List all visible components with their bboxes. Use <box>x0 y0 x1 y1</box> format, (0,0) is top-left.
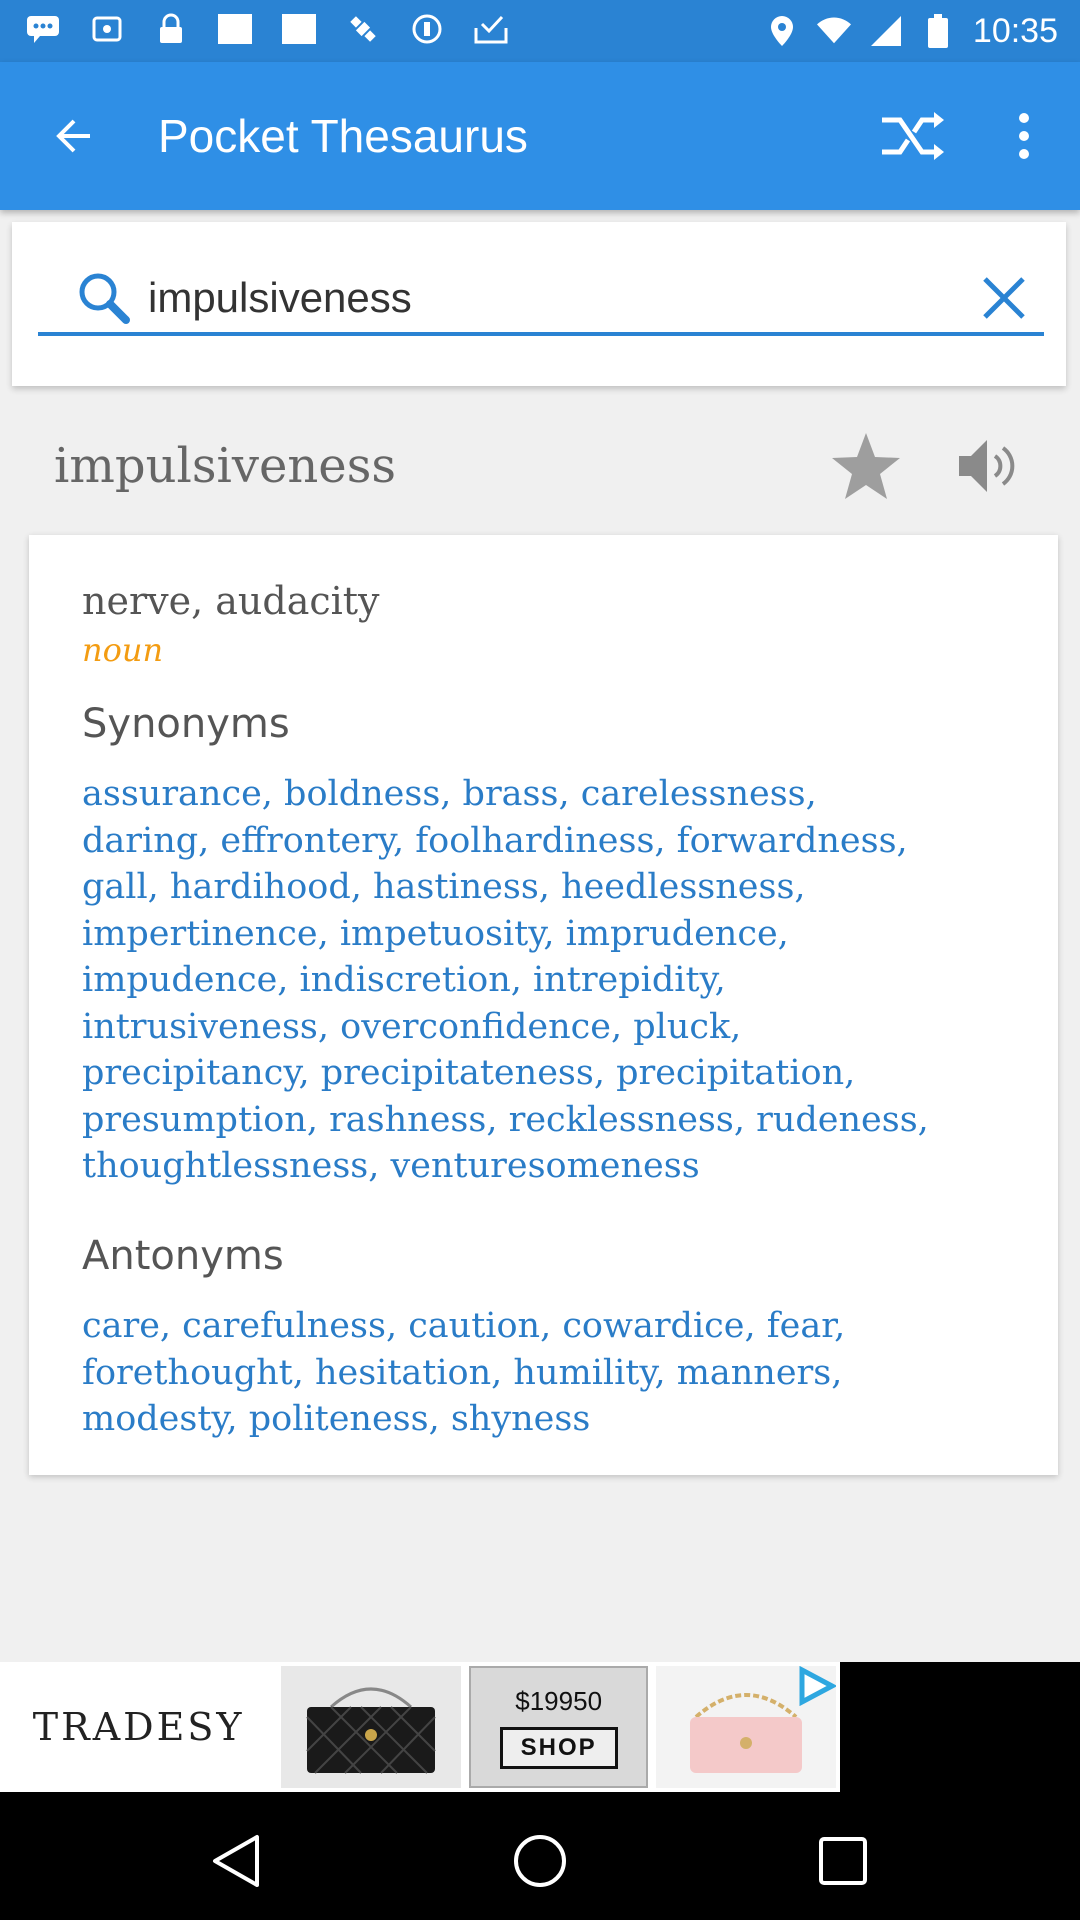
list-item[interactable]: thoughtlessness, venturesomeness <box>82 1143 1022 1190</box>
navigation-bar <box>0 1792 1080 1920</box>
check-tray-icon <box>474 12 508 46</box>
list-item[interactable]: intrusiveness, overconfidence, pluck, <box>82 1004 1022 1051</box>
satellite-icon <box>346 12 380 46</box>
nav-home-icon <box>514 1835 566 1887</box>
synonyms-heading: Synonyms <box>82 701 290 747</box>
clear-search-button[interactable] <box>974 268 1034 328</box>
back-button[interactable] <box>44 106 104 166</box>
search-input[interactable] <box>148 270 968 326</box>
list-item[interactable]: forethought, hesitation, humility, manne… <box>82 1350 1022 1397</box>
shuffle-icon <box>882 112 944 160</box>
ad-content[interactable]: TRADESY $19950 SHOP <box>0 1662 840 1792</box>
status-icons-left <box>26 12 508 46</box>
star-icon <box>832 433 900 499</box>
battery-icon <box>921 14 955 48</box>
square-icon <box>218 12 252 46</box>
list-item[interactable]: impudence, indiscretion, intrepidity, <box>82 957 1022 1004</box>
list-item[interactable]: impertinence, impetuosity, imprudence, <box>82 911 1022 958</box>
antonyms-heading: Antonyms <box>82 1233 284 1279</box>
list-item[interactable]: modesty, politeness, shyness <box>82 1396 1022 1443</box>
ad-choices-icon[interactable] <box>796 1666 836 1706</box>
lock-icon <box>154 12 188 46</box>
nav-back-button[interactable] <box>202 1826 272 1896</box>
ad-shop-panel[interactable]: $19950 SHOP <box>468 1666 649 1788</box>
shuffle-button[interactable] <box>872 104 952 168</box>
speak-button[interactable] <box>950 428 1026 504</box>
list-item[interactable]: daring, effrontery, foolhardiness, forwa… <box>82 818 1022 865</box>
chat-bubble-icon <box>26 12 60 46</box>
ad-banner[interactable]: TRADESY $19950 SHOP <box>0 1662 1080 1792</box>
ad-brand: TRADESY <box>32 1705 245 1749</box>
definition-card: nerve, audacity noun Synonyms assurance,… <box>29 535 1058 1475</box>
close-icon <box>983 277 1025 319</box>
page-title: Pocket Thesaurus <box>158 110 528 162</box>
search-icon <box>79 273 130 324</box>
more-options-button[interactable] <box>1000 104 1048 168</box>
list-item[interactable]: precipitancy, precipitateness, precipita… <box>82 1050 1022 1097</box>
notification-icon <box>90 12 124 46</box>
list-item[interactable]: gall, hardihood, hastiness, heedlessness… <box>82 864 1022 911</box>
square-icon <box>282 12 316 46</box>
status-time: 10:35 <box>972 12 1058 50</box>
ad-image-handbag <box>281 1666 461 1788</box>
definition-text: nerve, audacity <box>82 579 380 623</box>
volume-icon <box>959 440 1015 492</box>
antonyms-list: care, carefulness, caution, cowardice, f… <box>82 1303 1022 1443</box>
data-icon <box>410 12 444 46</box>
part-of-speech: noun <box>82 631 164 669</box>
search-card <box>12 222 1066 386</box>
ad-price: $19950 <box>515 1685 603 1716</box>
wifi-icon <box>816 14 851 48</box>
nav-recents-button[interactable] <box>808 1826 878 1896</box>
nav-home-button[interactable] <box>505 1826 575 1896</box>
search-bar <box>38 268 1044 336</box>
handbag-icon <box>306 1687 436 1774</box>
favorite-button[interactable] <box>828 428 904 504</box>
nav-recents-icon <box>819 1837 867 1885</box>
arrow-back-icon <box>56 119 90 153</box>
status-icons-right: 10:35 <box>765 12 1058 50</box>
ad-shop-button[interactable]: SHOP <box>499 1726 618 1769</box>
synonyms-list: assurance, boldness, brass, carelessness… <box>82 771 1022 1190</box>
list-item[interactable]: care, carefulness, caution, cowardice, f… <box>82 1303 1022 1350</box>
status-bar: 10:35 <box>0 0 1080 62</box>
list-item[interactable]: presumption, rashness, recklessness, rud… <box>82 1097 1022 1144</box>
nav-back-icon <box>213 1835 259 1887</box>
more-vert-icon <box>1019 113 1029 159</box>
location-icon <box>765 14 799 48</box>
signal-icon <box>869 14 903 48</box>
entry-word: impulsiveness <box>54 438 396 494</box>
list-item[interactable]: assurance, boldness, brass, carelessness… <box>82 771 1022 818</box>
app-bar: Pocket Thesaurus <box>0 62 1080 210</box>
